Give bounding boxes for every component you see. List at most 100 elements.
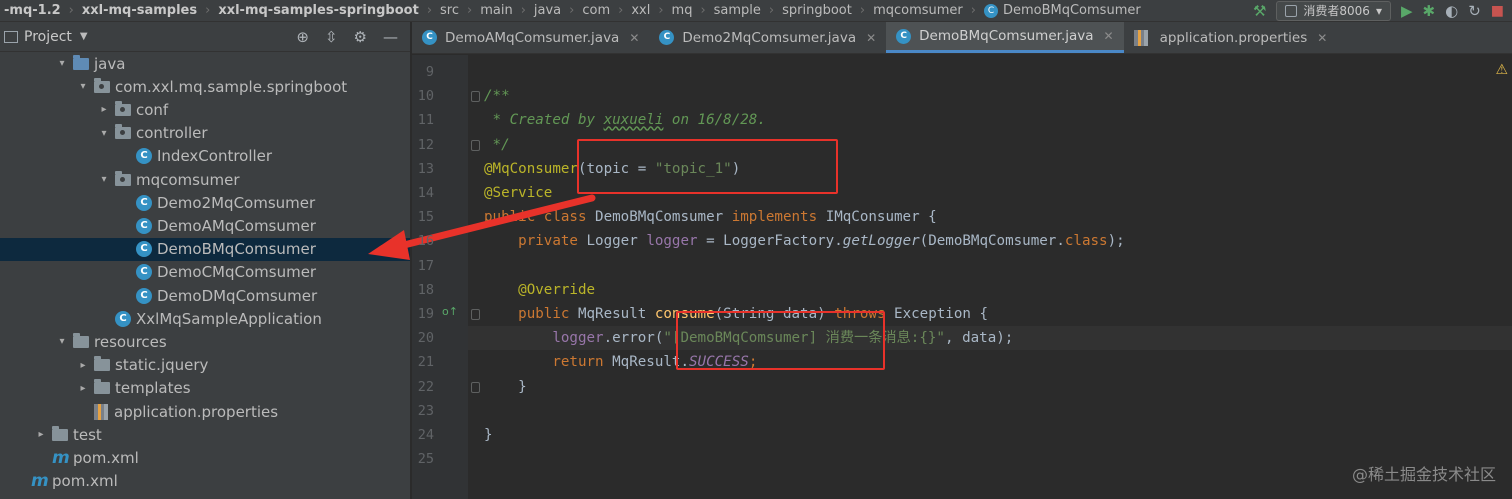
- settings-gear-icon[interactable]: ⚙: [354, 28, 367, 46]
- expanded-arrow-icon[interactable]: ▾: [97, 174, 111, 185]
- expanded-arrow-icon[interactable]: ▾: [55, 336, 69, 347]
- tree-item[interactable]: ▸ static.jquery: [0, 354, 410, 377]
- run-config-selector[interactable]: 消费者8006 ▾: [1276, 0, 1391, 21]
- tree-item[interactable]: C DemoDMqComsumer: [0, 284, 410, 307]
- breadcrumb-item[interactable]: C DemoBMqComsumer: [980, 3, 1145, 18]
- code-line[interactable]: }: [468, 375, 1512, 399]
- tree-item[interactable]: m pom.xml: [0, 446, 410, 469]
- code-line[interactable]: return MqResult.SUCCESS;: [468, 350, 1512, 374]
- profiler-icon[interactable]: ↻: [1468, 2, 1481, 20]
- collapsed-arrow-icon[interactable]: ▸: [76, 383, 90, 394]
- collapsed-arrow-icon[interactable]: ▸: [97, 104, 111, 115]
- tree-item[interactable]: C DemoCMqComsumer: [0, 261, 410, 284]
- warning-icon[interactable]: ⚠: [1495, 62, 1508, 78]
- breadcrumb-item[interactable]: springboot: [778, 3, 856, 18]
- expanded-arrow-icon[interactable]: ▾: [55, 58, 69, 69]
- tree-item-label: templates: [115, 379, 191, 398]
- breadcrumb-item[interactable]: xxl: [627, 3, 654, 18]
- editor-tab[interactable]: C DemoBMqComsumer.java ✕: [886, 22, 1124, 53]
- expanded-arrow-icon[interactable]: ▾: [97, 128, 111, 139]
- collapsed-arrow-icon[interactable]: ▸: [76, 360, 90, 371]
- code-line[interactable]: * Created by xuxueli on 16/8/28.: [468, 108, 1512, 132]
- collapsed-arrow-icon[interactable]: ▸: [34, 429, 48, 440]
- tree-item[interactable]: ▾ com.xxl.mq.sample.springboot: [0, 75, 410, 98]
- editor-tab[interactable]: C DemoAMqComsumer.java ✕: [412, 22, 649, 53]
- close-icon[interactable]: ✕: [866, 31, 876, 45]
- tree-item[interactable]: C DemoBMqComsumer: [0, 237, 410, 261]
- annotation-box-mqconsumer: [577, 139, 838, 194]
- tree-item[interactable]: C DemoAMqComsumer: [0, 214, 410, 237]
- close-icon[interactable]: ✕: [1317, 31, 1327, 45]
- tree-item[interactable]: ▾ java: [0, 52, 410, 75]
- line-number: 24: [417, 427, 434, 443]
- code-line[interactable]: @Override: [468, 278, 1512, 302]
- code-line[interactable]: [468, 254, 1512, 278]
- code-line[interactable]: private Logger logger = LoggerFactory.ge…: [468, 229, 1512, 253]
- tab-label: application.properties: [1159, 29, 1308, 46]
- debug-icon[interactable]: ✱: [1423, 2, 1436, 20]
- breadcrumb-item[interactable]: mqcomsumer: [869, 3, 967, 18]
- breadcrumb-item[interactable]: -mq-1.2: [0, 3, 65, 18]
- stop-icon[interactable]: ■: [1491, 3, 1504, 19]
- code-line[interactable]: public class DemoBMqComsumer implements …: [468, 205, 1512, 229]
- breadcrumb-item[interactable]: src: [436, 3, 463, 18]
- breadcrumb-item[interactable]: java: [530, 3, 565, 18]
- run-icon[interactable]: ▶: [1401, 2, 1413, 20]
- breadcrumb-item[interactable]: xxl-mq-samples: [78, 3, 201, 18]
- line-number: 19: [417, 306, 434, 322]
- override-marker-icon[interactable]: o↑: [442, 305, 458, 318]
- tree-item[interactable]: ▾ controller: [0, 122, 410, 145]
- tree-item[interactable]: m pom.xml: [0, 470, 410, 493]
- code-token: IMqConsumer {: [825, 209, 937, 226]
- chevron-down-icon[interactable]: ▼: [80, 31, 88, 42]
- breadcrumb-label: com: [582, 3, 611, 18]
- editor-tab[interactable]: C Demo2MqComsumer.java ✕: [649, 22, 886, 53]
- code-line[interactable]: }: [468, 423, 1512, 447]
- coverage-icon[interactable]: ◐: [1445, 2, 1458, 20]
- code-line[interactable]: [468, 60, 1512, 84]
- close-icon[interactable]: ✕: [629, 31, 639, 45]
- locate-file-icon[interactable]: ⊕: [296, 28, 309, 46]
- breadcrumb-separator-icon: ›: [618, 3, 624, 18]
- tree-item[interactable]: ▸ test: [0, 423, 410, 446]
- maven-icon: m: [52, 447, 70, 468]
- code-line[interactable]: public MqResult consume(String data) thr…: [468, 302, 1512, 326]
- tree-item-label: application.properties: [114, 402, 279, 421]
- tree-item[interactable]: C Demo2MqComsumer: [0, 191, 410, 214]
- fold-marker-icon[interactable]: [471, 309, 480, 320]
- java-class-icon: C: [659, 30, 675, 45]
- tree-item[interactable]: ▾ resources: [0, 330, 410, 353]
- java-class-icon: C: [136, 148, 152, 165]
- editor-tab[interactable]: application.properties ✕: [1124, 22, 1338, 53]
- project-panel-title[interactable]: Project: [24, 29, 72, 45]
- tree-item[interactable]: ▸ conf: [0, 98, 410, 121]
- code-line[interactable]: [468, 399, 1512, 423]
- tree-item-label: static.jquery: [115, 356, 209, 375]
- breadcrumb-label: xxl: [631, 3, 651, 18]
- tree-item[interactable]: C IndexController: [0, 145, 410, 168]
- breadcrumb-item[interactable]: xxl-mq-samples-springboot: [214, 3, 423, 18]
- breadcrumb-item[interactable]: main: [476, 3, 516, 18]
- tree-item[interactable]: C XxlMqSampleApplication: [0, 307, 410, 330]
- tree-item[interactable]: ▾ mqcomsumer: [0, 168, 410, 191]
- breadcrumb-item[interactable]: mq: [668, 3, 697, 18]
- breadcrumb-item[interactable]: com: [578, 3, 614, 18]
- hide-panel-icon[interactable]: —: [383, 28, 398, 46]
- fold-marker-icon[interactable]: [471, 139, 480, 151]
- code-line[interactable]: /**: [468, 84, 1512, 108]
- code-token: MqResult: [577, 306, 655, 322]
- expanded-arrow-icon[interactable]: ▾: [76, 81, 90, 92]
- fold-marker-icon[interactable]: [471, 381, 480, 393]
- run-config-label: 消费者8006: [1303, 4, 1370, 18]
- collapse-all-icon[interactable]: ⇳: [325, 28, 338, 46]
- breadcrumb-separator-icon: ›: [970, 3, 976, 18]
- code-token: logger: [552, 330, 604, 347]
- code-line[interactable]: logger.error("[DemoBMqComsumer] 消费一条消息:{…: [468, 326, 1512, 351]
- tree-item[interactable]: application.properties: [0, 400, 410, 423]
- tree-item[interactable]: ▸ templates: [0, 377, 410, 400]
- build-hammer-icon[interactable]: ⚒: [1253, 2, 1266, 20]
- fold-marker-icon[interactable]: [471, 91, 480, 103]
- code-editor[interactable]: /** * Created by xuxueli on 16/8/28. */ @…: [468, 55, 1512, 499]
- close-icon[interactable]: ✕: [1104, 29, 1114, 43]
- breadcrumb-item[interactable]: sample: [710, 3, 765, 18]
